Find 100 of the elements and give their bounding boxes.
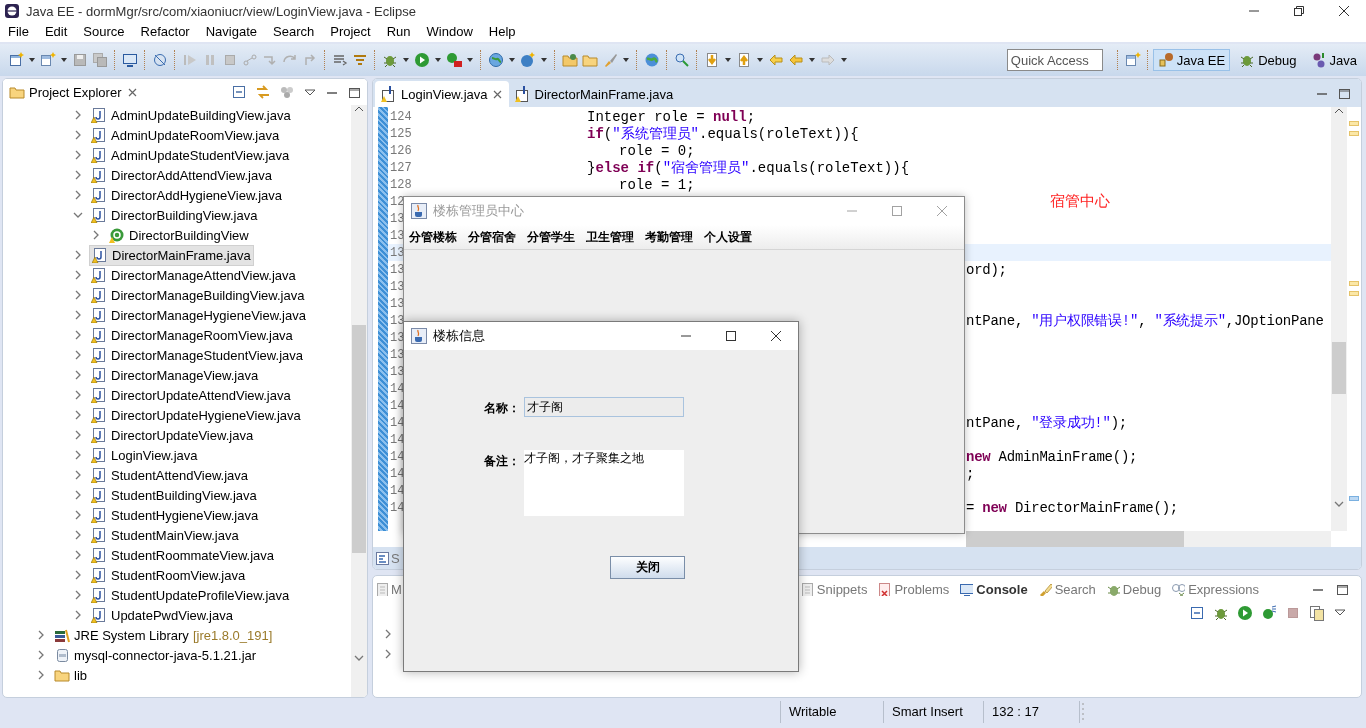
save-all-icon[interactable] [92, 52, 108, 68]
menu-item[interactable]: Search [265, 22, 323, 42]
dropdown-caret-icon[interactable] [808, 56, 816, 64]
dropdown-caret-icon[interactable] [402, 56, 410, 64]
clipboard-icon[interactable] [1309, 605, 1325, 621]
scroll-down-icon[interactable] [1334, 499, 1344, 509]
menu-item[interactable]: 个人设置 [699, 228, 758, 246]
tree-item[interactable]: DirectorManageView.java [89, 365, 261, 385]
tree-item[interactable]: lib [52, 665, 89, 685]
perspective-button[interactable]: Java EE [1152, 49, 1231, 71]
menu-item[interactable]: Project [322, 22, 379, 42]
collapse-all-icon[interactable] [231, 84, 247, 100]
menu-item[interactable]: Edit [36, 22, 76, 42]
menu-item[interactable]: Help [480, 22, 524, 42]
stop-icon[interactable] [1285, 605, 1301, 621]
tree-item[interactable]: DirectorManageHygieneView.java [89, 305, 308, 325]
menu-item[interactable]: File [0, 22, 37, 42]
tree-item[interactable]: LoginView.java [89, 445, 200, 465]
scrollbar-thumb[interactable] [1332, 342, 1346, 394]
menu-item[interactable]: Source [75, 22, 133, 42]
dropdown-caret-icon[interactable] [840, 56, 848, 64]
lines-icon[interactable] [332, 52, 348, 68]
panel-tab[interactable]: Expressions [1171, 581, 1259, 597]
dropdown-caret-icon[interactable] [724, 56, 732, 64]
grip-icon[interactable] [1080, 701, 1086, 721]
tree-item[interactable]: DirectorAddHygieneView.java [89, 185, 285, 205]
close-button[interactable]: 关闭 [610, 556, 685, 579]
menu-item[interactable]: Window [418, 22, 481, 42]
new-window-icon[interactable] [8, 52, 24, 68]
skip-breakpoints-icon[interactable] [152, 52, 168, 68]
scroll-down-icon[interactable] [354, 653, 364, 663]
new-item-icon[interactable] [40, 52, 56, 68]
tree-item[interactable]: AdminUpdateRoomView.java [89, 125, 282, 145]
folder-person-icon[interactable] [562, 52, 578, 68]
panel-tab[interactable]: S [375, 550, 400, 566]
tree-item[interactable]: StudentHygieneView.java [89, 505, 261, 525]
panel-tab[interactable]: Project Explorer [9, 84, 122, 100]
close-icon[interactable] [127, 86, 139, 98]
menu-item[interactable]: 分管学生 [522, 228, 581, 246]
tree-item[interactable]: DirectorManageAttendView.java [89, 265, 298, 285]
menu-item[interactable]: 卫生管理 [581, 228, 640, 246]
panel-tab[interactable]: Snippets [799, 581, 868, 597]
menu-item[interactable]: 考勤管理 [640, 228, 699, 246]
run-external-icon[interactable] [446, 52, 462, 68]
format-icon[interactable] [352, 52, 368, 68]
close-icon[interactable] [491, 88, 503, 100]
tree-item[interactable]: StudentRoomView.java [89, 565, 248, 585]
panel-tab[interactable]: Console [959, 581, 1028, 597]
tree-item[interactable]: DirectorManageStudentView.java [89, 345, 305, 365]
tree-item[interactable]: DirectorUpdateAttendView.java [89, 385, 293, 405]
world-icon[interactable] [644, 52, 660, 68]
tree-item[interactable]: DirectorManageRoomView.java [89, 325, 295, 345]
tree-item[interactable]: StudentAttendView.java [89, 465, 251, 485]
maximize-icon[interactable] [347, 85, 361, 99]
maximize-icon[interactable] [1335, 582, 1349, 596]
dropdown-caret-icon[interactable] [434, 56, 442, 64]
maximize-icon[interactable] [1337, 86, 1351, 100]
link-arrows-icon[interactable] [255, 84, 271, 100]
perspective-button[interactable]: Debug [1234, 49, 1302, 71]
run-icon[interactable] [414, 52, 430, 68]
panel-tab[interactable]: Debug [1105, 581, 1162, 597]
menu-item[interactable]: Navigate [197, 22, 265, 42]
remove-icon[interactable] [1189, 605, 1205, 621]
dropdown-caret-icon[interactable] [508, 56, 516, 64]
tree-item[interactable]: StudentBuildingView.java [89, 485, 259, 505]
tree-item[interactable]: UpdatePwdView.java [89, 605, 235, 625]
menu-item[interactable]: 分管楼栋 [404, 228, 463, 246]
scrollbar[interactable] [1331, 107, 1347, 531]
text-area[interactable]: 才子阁，才子聚集之地 [524, 450, 684, 516]
tree-item[interactable]: StudentRoommateView.java [89, 545, 277, 565]
editor-tab[interactable]: DirectorMainFrame.java [508, 81, 680, 107]
tree-item[interactable]: StudentMainView.java [89, 525, 241, 545]
scrollbar-thumb[interactable] [966, 531, 1184, 547]
tree-item[interactable]: DirectorManageBuildingView.java [89, 285, 307, 305]
dots-icon[interactable] [279, 84, 295, 100]
tree-item[interactable]: DirectorAddAttendView.java [89, 165, 274, 185]
menu-item[interactable]: 分管宿舍 [463, 228, 522, 246]
quick-access-field[interactable]: Quick Access [1006, 49, 1103, 71]
search-icon[interactable] [674, 52, 690, 68]
dropdown-caret-icon[interactable] [540, 56, 548, 64]
tree-item[interactable]: DirectorBuildingView [107, 225, 251, 245]
panel-tab[interactable]: M [375, 581, 402, 597]
tree-item[interactable]: AdminUpdateBuildingView.java [89, 105, 293, 125]
run-icon[interactable] [1237, 605, 1253, 621]
dropdown-caret-icon[interactable] [622, 56, 630, 64]
tree-item[interactable]: JRE System Library [jre1.8.0_191] [52, 625, 275, 645]
panel-tab[interactable]: Problems [877, 581, 950, 597]
tree-item[interactable]: DirectorUpdateView.java [89, 425, 256, 445]
scrollbar[interactable] [966, 531, 1331, 547]
dropdown-caret-icon[interactable] [28, 56, 36, 64]
text-field[interactable]: 才子阁 [524, 397, 684, 417]
scrollbar-thumb[interactable] [352, 325, 366, 553]
scrollbar[interactable] [351, 105, 367, 697]
panel-tab[interactable]: Search [1037, 581, 1096, 597]
tree-item[interactable]: DirectorBuildingView.java [89, 205, 260, 225]
dropdown-caret-icon[interactable] [756, 56, 764, 64]
menu-item[interactable]: Run [378, 22, 419, 42]
tree-item[interactable]: AdminUpdateStudentView.java [89, 145, 292, 165]
dropdown-caret-icon[interactable] [466, 56, 474, 64]
open-perspective-icon[interactable] [1124, 52, 1141, 68]
